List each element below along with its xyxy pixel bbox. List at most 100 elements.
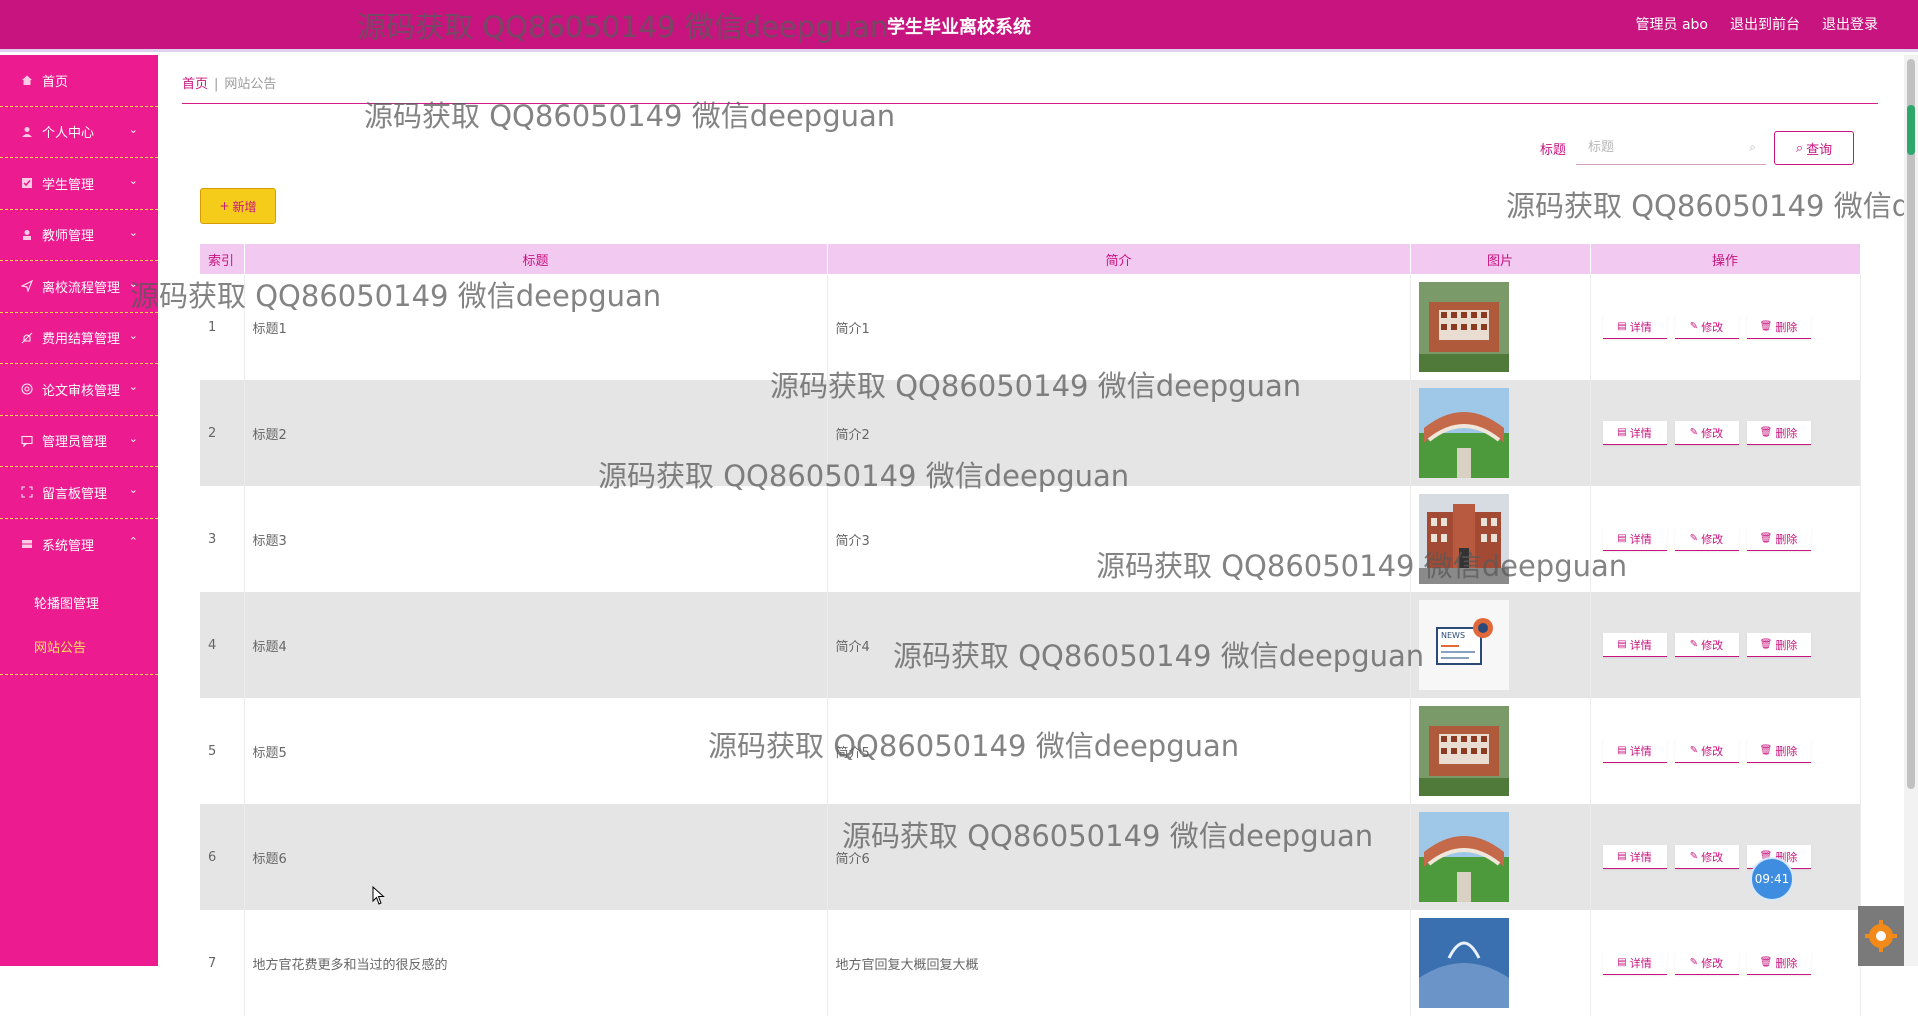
table-row: 6 标题6 简介6 ▤ 详情 ✎ 修改 🗑 删除	[200, 804, 1861, 910]
cell-index: 6	[200, 804, 245, 910]
cell-intro: 简介1	[827, 274, 1411, 380]
edit-button[interactable]: ✎ 修改	[1674, 739, 1739, 763]
breadcrumb-home[interactable]: 首页	[182, 77, 208, 92]
cell-title: 标题2	[244, 380, 828, 486]
edit-button[interactable]: ✎ 修改	[1674, 421, 1739, 445]
admin-user-link[interactable]: 管理员 abo	[1636, 14, 1708, 34]
delete-button[interactable]: 🗑 删除	[1746, 315, 1811, 339]
settings-widget[interactable]	[1858, 906, 1904, 966]
delete-button-label: 删除	[1775, 426, 1798, 440]
clock-widget[interactable]: 09:41	[1750, 857, 1794, 901]
sidebar-item-label: 论文审核管理	[42, 383, 121, 399]
scrollbar-thumb[interactable]	[1907, 59, 1915, 789]
home-icon	[20, 73, 34, 87]
sidebar-item-leave-process[interactable]: 离校流程管理 ⌄	[0, 261, 158, 313]
edit-button[interactable]: ✎ 修改	[1674, 633, 1739, 657]
sidebar-subitem-carousel[interactable]: 轮播图管理	[0, 580, 158, 624]
edit-button[interactable]: ✎ 修改	[1674, 315, 1739, 339]
edit-button-label: 修改	[1701, 638, 1724, 652]
sky-thumbnail	[1418, 918, 1509, 1008]
trash-icon: 🗑	[1759, 321, 1773, 332]
document-icon: ▤	[1617, 321, 1627, 332]
add-button[interactable]: + 新增	[200, 188, 276, 224]
vertical-scrollbar[interactable]	[1904, 55, 1918, 966]
sidebar-subitem-announcements[interactable]: 网站公告	[0, 624, 158, 668]
cell-actions: ▤ 详情 ✎ 修改 🗑 删除	[1590, 698, 1861, 804]
bell-off-icon	[20, 331, 34, 345]
edit-button[interactable]: ✎ 修改	[1674, 527, 1739, 551]
detail-button-label: 详情	[1629, 850, 1652, 864]
detail-button[interactable]: ▤ 详情	[1602, 315, 1667, 339]
table-row: 1 标题1 简介1 ▤ 详情 ✎ 修改 🗑 删除	[200, 274, 1861, 380]
cell-title: 标题3	[244, 486, 828, 592]
detail-button-label: 详情	[1629, 532, 1652, 546]
edit-button-label: 修改	[1701, 532, 1724, 546]
search-box: ⌕	[1576, 131, 1766, 165]
search-input[interactable]	[1588, 140, 1738, 155]
detail-button[interactable]: ▤ 详情	[1602, 633, 1667, 657]
chevron-up-icon: ⌃	[128, 534, 138, 548]
trash-icon: 🗑	[1759, 639, 1773, 650]
sidebar-item-student-management[interactable]: 学生管理 ⌄	[0, 158, 158, 210]
edit-button-label: 修改	[1701, 320, 1724, 334]
delete-button-label: 删除	[1775, 320, 1798, 334]
delete-button[interactable]: 🗑 删除	[1746, 633, 1811, 657]
chevron-down-icon: ⌄	[128, 380, 138, 393]
detail-button[interactable]: ▤ 详情	[1602, 739, 1667, 763]
delete-button[interactable]: 🗑 删除	[1746, 739, 1811, 763]
edit-button[interactable]: ✎ 修改	[1674, 951, 1739, 975]
send-icon	[20, 279, 34, 293]
column-header-intro[interactable]: 简介	[827, 244, 1411, 274]
cell-actions: ▤ 详情 ✎ 修改 🗑 删除	[1590, 486, 1861, 592]
back-to-frontend-link[interactable]: 退出到前台	[1730, 14, 1800, 34]
sidebar: 首页 个人中心 ⌄ 学生管理 ⌄ 教师管理 ⌄ 离校流程管理 ⌄ 费用结算管理 …	[0, 55, 158, 966]
logout-link[interactable]: 退出登录	[1822, 14, 1878, 34]
sidebar-item-admin-management[interactable]: 管理员管理 ⌄	[0, 416, 158, 467]
detail-button[interactable]: ▤ 详情	[1602, 527, 1667, 551]
breadcrumb-separator: |	[214, 77, 219, 92]
document-icon: ▤	[1617, 533, 1627, 544]
campus-thumbnail	[1418, 812, 1509, 902]
cell-index: 3	[200, 486, 245, 592]
system-submenu: 轮播图管理 网站公告	[0, 570, 158, 675]
query-button[interactable]: ⌕ 查询	[1774, 131, 1854, 165]
edit-button-label: 修改	[1701, 744, 1724, 758]
detail-button-label: 详情	[1629, 320, 1652, 334]
edit-button[interactable]: ✎ 修改	[1674, 845, 1739, 869]
school-thumbnail	[1418, 494, 1509, 584]
column-header-title[interactable]: 标题	[244, 244, 828, 274]
chat-icon	[20, 434, 34, 448]
cell-index: 1	[200, 274, 245, 380]
delete-button-label: 删除	[1775, 638, 1798, 652]
plus-icon: +	[219, 199, 230, 213]
trash-icon: 🗑	[1759, 745, 1773, 756]
detail-button[interactable]: ▤ 详情	[1602, 951, 1667, 975]
sidebar-item-personal-center[interactable]: 个人中心 ⌄	[0, 107, 158, 158]
delete-button[interactable]: 🗑 删除	[1746, 951, 1811, 975]
detail-button[interactable]: ▤ 详情	[1602, 421, 1667, 445]
campus-thumbnail	[1418, 388, 1509, 478]
sidebar-item-message-board[interactable]: 留言板管理 ⌄	[0, 467, 158, 519]
sidebar-item-teacher-management[interactable]: 教师管理 ⌄	[0, 210, 158, 261]
pencil-icon: ✎	[1689, 957, 1699, 968]
sidebar-item-label: 个人中心	[42, 126, 95, 142]
sidebar-item-fee-settlement[interactable]: 费用结算管理 ⌄	[0, 313, 158, 364]
cell-index: 7	[200, 910, 245, 1016]
sidebar-item-home[interactable]: 首页	[0, 55, 158, 107]
pencil-icon: ✎	[1689, 745, 1699, 756]
cell-image	[1410, 804, 1591, 910]
table-row: 5 标题5 简介5 ▤ 详情 ✎ 修改 🗑 删除	[200, 698, 1861, 804]
delete-button[interactable]: 🗑 删除	[1746, 527, 1811, 551]
cell-title: 标题4	[244, 592, 828, 698]
cell-title: 标题6	[244, 804, 828, 910]
cell-index: 4	[200, 592, 245, 698]
sidebar-item-thesis-review[interactable]: 论文审核管理 ⌄	[0, 364, 158, 416]
pencil-icon: ✎	[1689, 851, 1699, 862]
delete-button[interactable]: 🗑 删除	[1746, 421, 1811, 445]
chevron-down-icon: ⌄	[128, 431, 138, 445]
sidebar-item-system-management[interactable]: 系统管理 ⌃	[0, 519, 158, 571]
detail-button[interactable]: ▤ 详情	[1602, 845, 1667, 869]
building-thumbnail	[1418, 706, 1509, 796]
sidebar-item-label: 系统管理	[42, 538, 95, 554]
column-header-index[interactable]: 索引	[200, 244, 245, 274]
